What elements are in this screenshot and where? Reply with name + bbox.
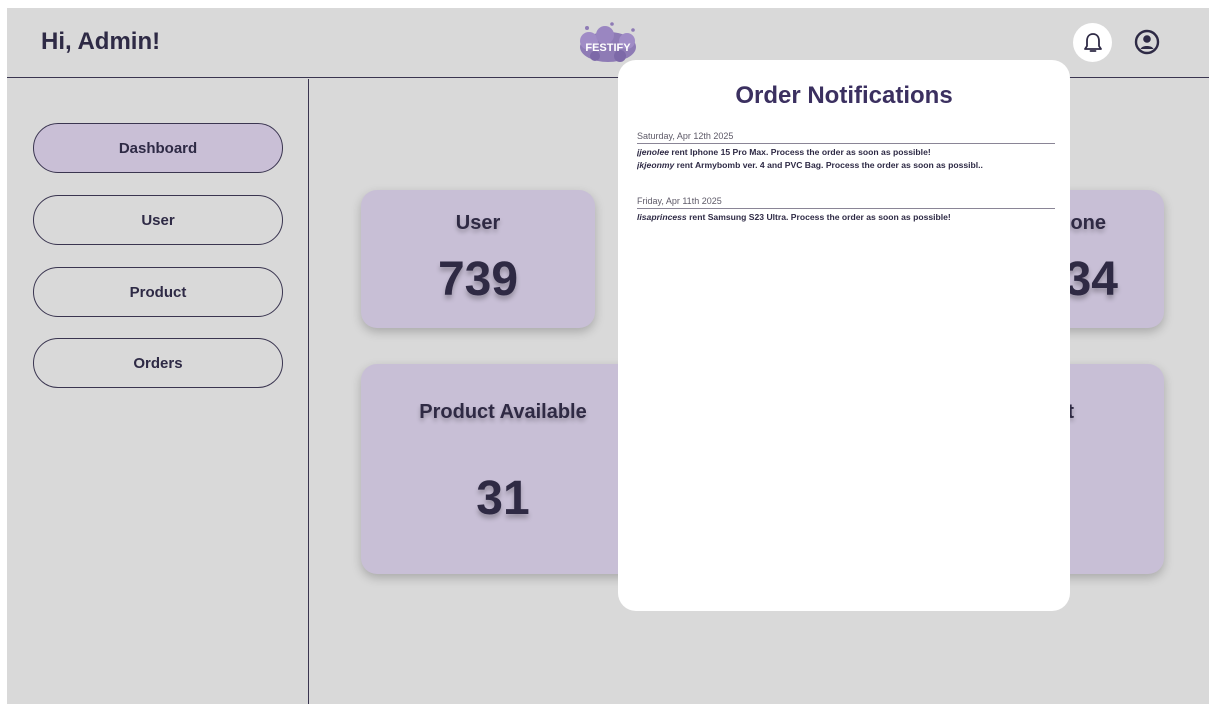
sidebar-item-orders[interactable]: Orders [33, 338, 283, 388]
stat-label-product-available: Product Available [419, 401, 587, 423]
sidebar-item-label: Dashboard [118, 139, 198, 157]
notification-text: rent Iphone 15 Pro Max. Process the orde… [671, 147, 931, 157]
user-circle-icon [1134, 29, 1160, 55]
stat-value-product-available: 31 [476, 472, 530, 525]
profile-button[interactable] [1130, 25, 1164, 59]
notification-bell-button[interactable] [1073, 23, 1112, 62]
stat-value-done: 34 [1064, 253, 1118, 306]
dashboard-screen: Hi, Admin! FESTIFY Dashboard User Produc… [7, 8, 1209, 704]
greeting-title: Hi, Admin! [41, 28, 161, 55]
notification-item[interactable]: jjenolee rent Iphone 15 Pro Max. Process… [637, 147, 1055, 157]
notification-date: Saturday, Apr 12th 2025 [637, 131, 1055, 144]
sidebar-item-user[interactable]: User [33, 195, 283, 245]
stat-card-user: User 739 [361, 190, 595, 328]
notification-username: jjenolee [637, 147, 669, 157]
sidebar-item-product[interactable]: Product [33, 267, 283, 317]
notification-group: Saturday, Apr 12th 2025 jjenolee rent Ip… [637, 131, 1055, 170]
sidebar: Dashboard User Product Orders [7, 79, 309, 704]
notification-username: jkjeonmy [637, 160, 675, 170]
stat-card-product-available: Product Available 31 [361, 364, 651, 574]
notification-item[interactable]: jkjeonmy rent Armybomb ver. 4 and PVC Ba… [637, 160, 1055, 170]
notifications-title: Order Notifications [735, 82, 953, 109]
notification-group: Friday, Apr 11th 2025 lisaprincess rent … [637, 196, 1055, 222]
stat-value-user: 739 [437, 253, 519, 306]
stat-label-user: User [455, 212, 501, 234]
notification-text: rent Samsung S23 Ultra. Process the orde… [689, 212, 951, 222]
notification-username: lisaprincess [637, 212, 687, 222]
sidebar-item-label: Orders [133, 354, 183, 372]
svg-text:FESTIFY: FESTIFY [585, 42, 631, 54]
notification-text: rent Armybomb ver. 4 and PVC Bag. Proces… [676, 160, 983, 170]
sidebar-item-label: Product [129, 283, 187, 301]
bell-icon [1083, 32, 1102, 52]
sidebar-item-label: User [141, 211, 175, 229]
order-notifications-panel: Order Notifications Saturday, Apr 12th 2… [618, 60, 1070, 611]
sidebar-item-dashboard[interactable]: Dashboard [33, 123, 283, 173]
notification-item[interactable]: lisaprincess rent Samsung S23 Ultra. Pro… [637, 212, 1055, 222]
notification-date: Friday, Apr 11th 2025 [637, 196, 1055, 209]
